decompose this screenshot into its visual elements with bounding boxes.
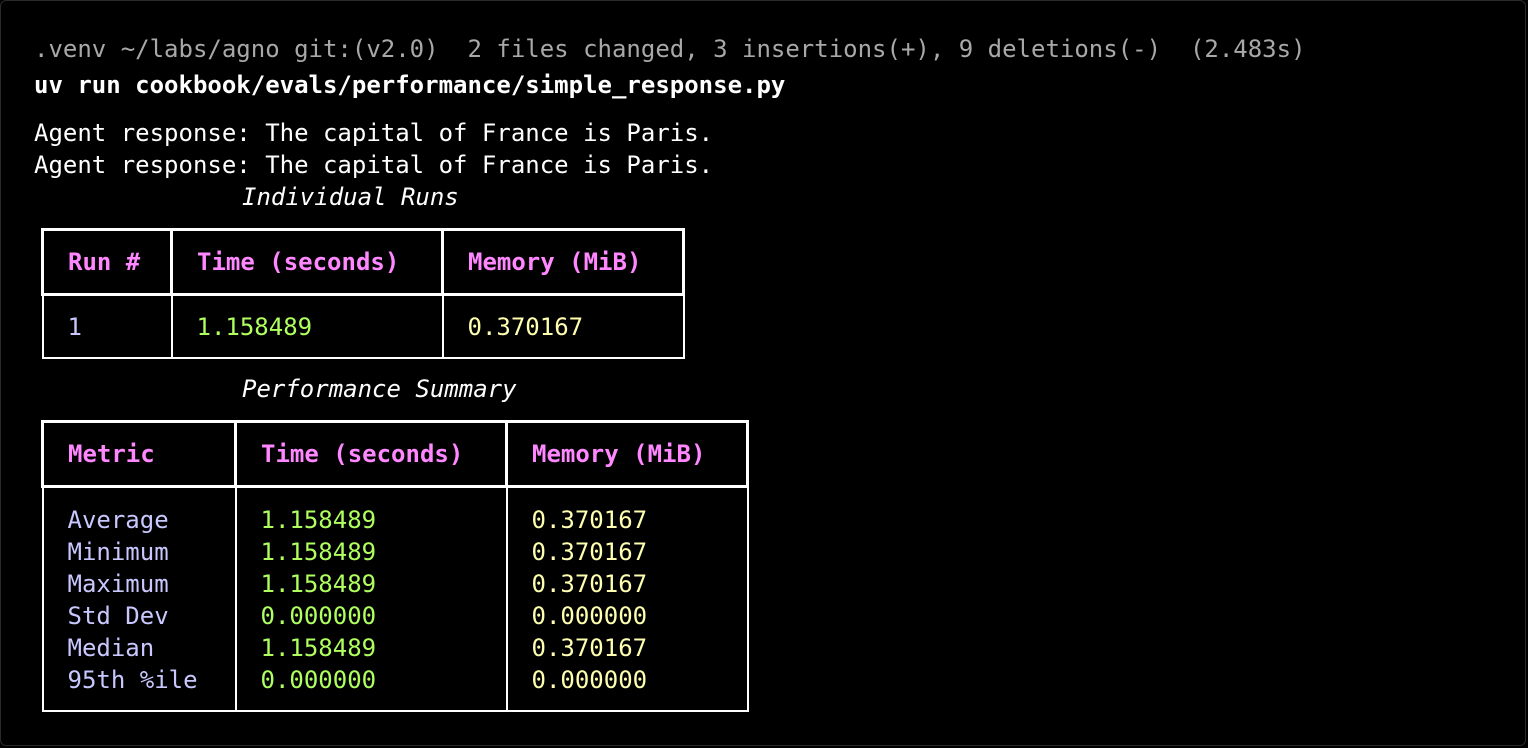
table-row: Average 1.158489 0.370167 — [41, 486, 749, 536]
metric-cell: 95th %ile — [41, 664, 237, 712]
individual-runs-title: Individual Runs — [242, 183, 459, 211]
table-header-row: Run # Time (seconds) Memory (MiB) — [41, 228, 685, 296]
shell-prompt-line: .venv ~/labs/agno git:(v2.0) 2 files cha… — [34, 35, 1306, 63]
table-row: Maximum 1.158489 0.370167 — [41, 568, 749, 600]
table-row: Median 1.158489 0.370167 — [41, 632, 749, 664]
column-header-memory: Memory (MiB) — [505, 420, 749, 488]
run-number-cell: 1 — [41, 294, 173, 359]
time-cell: 1.158489 — [234, 536, 508, 568]
individual-runs-table: Run # Time (seconds) Memory (MiB) 1 1.15… — [41, 228, 685, 359]
table-row: 95th %ile 0.000000 0.000000 — [41, 664, 749, 712]
agent-response-line-2: Agent response: The capital of France is… — [34, 151, 714, 179]
column-header-metric: Metric — [41, 420, 237, 488]
table-row: 1 1.158489 0.370167 — [41, 294, 685, 359]
memory-cell: 0.370167 — [505, 486, 749, 536]
time-cell: 1.158489 — [234, 486, 508, 536]
agent-response-line-1: Agent response: The capital of France is… — [34, 119, 714, 147]
column-header-time: Time (seconds) — [170, 228, 444, 296]
memory-cell: 0.000000 — [505, 664, 749, 712]
column-header-run: Run # — [41, 228, 173, 296]
memory-cell: 0.370167 — [505, 632, 749, 664]
time-cell: 1.158489 — [170, 294, 444, 359]
command-line: uv run cookbook/evals/performance/simple… — [34, 71, 786, 99]
memory-cell: 0.370167 — [505, 536, 749, 568]
performance-summary-title: Performance Summary — [242, 375, 517, 403]
metric-cell: Maximum — [41, 568, 237, 600]
metric-cell: Minimum — [41, 536, 237, 568]
table-row: Minimum 1.158489 0.370167 — [41, 536, 749, 568]
column-header-time: Time (seconds) — [234, 420, 508, 488]
table-row: Std Dev 0.000000 0.000000 — [41, 600, 749, 632]
metric-cell: Average — [41, 486, 237, 536]
metric-cell: Std Dev — [41, 600, 237, 632]
memory-cell: 0.000000 — [505, 600, 749, 632]
time-cell: 0.000000 — [234, 600, 508, 632]
memory-cell: 0.370167 — [441, 294, 685, 359]
memory-cell: 0.370167 — [505, 568, 749, 600]
performance-summary-table: Metric Time (seconds) Memory (MiB) Avera… — [41, 420, 749, 712]
time-cell: 1.158489 — [234, 568, 508, 600]
table-header-row: Metric Time (seconds) Memory (MiB) — [41, 420, 749, 488]
time-cell: 0.000000 — [234, 664, 508, 712]
metric-cell: Median — [41, 632, 237, 664]
column-header-memory: Memory (MiB) — [441, 228, 685, 296]
time-cell: 1.158489 — [234, 632, 508, 664]
